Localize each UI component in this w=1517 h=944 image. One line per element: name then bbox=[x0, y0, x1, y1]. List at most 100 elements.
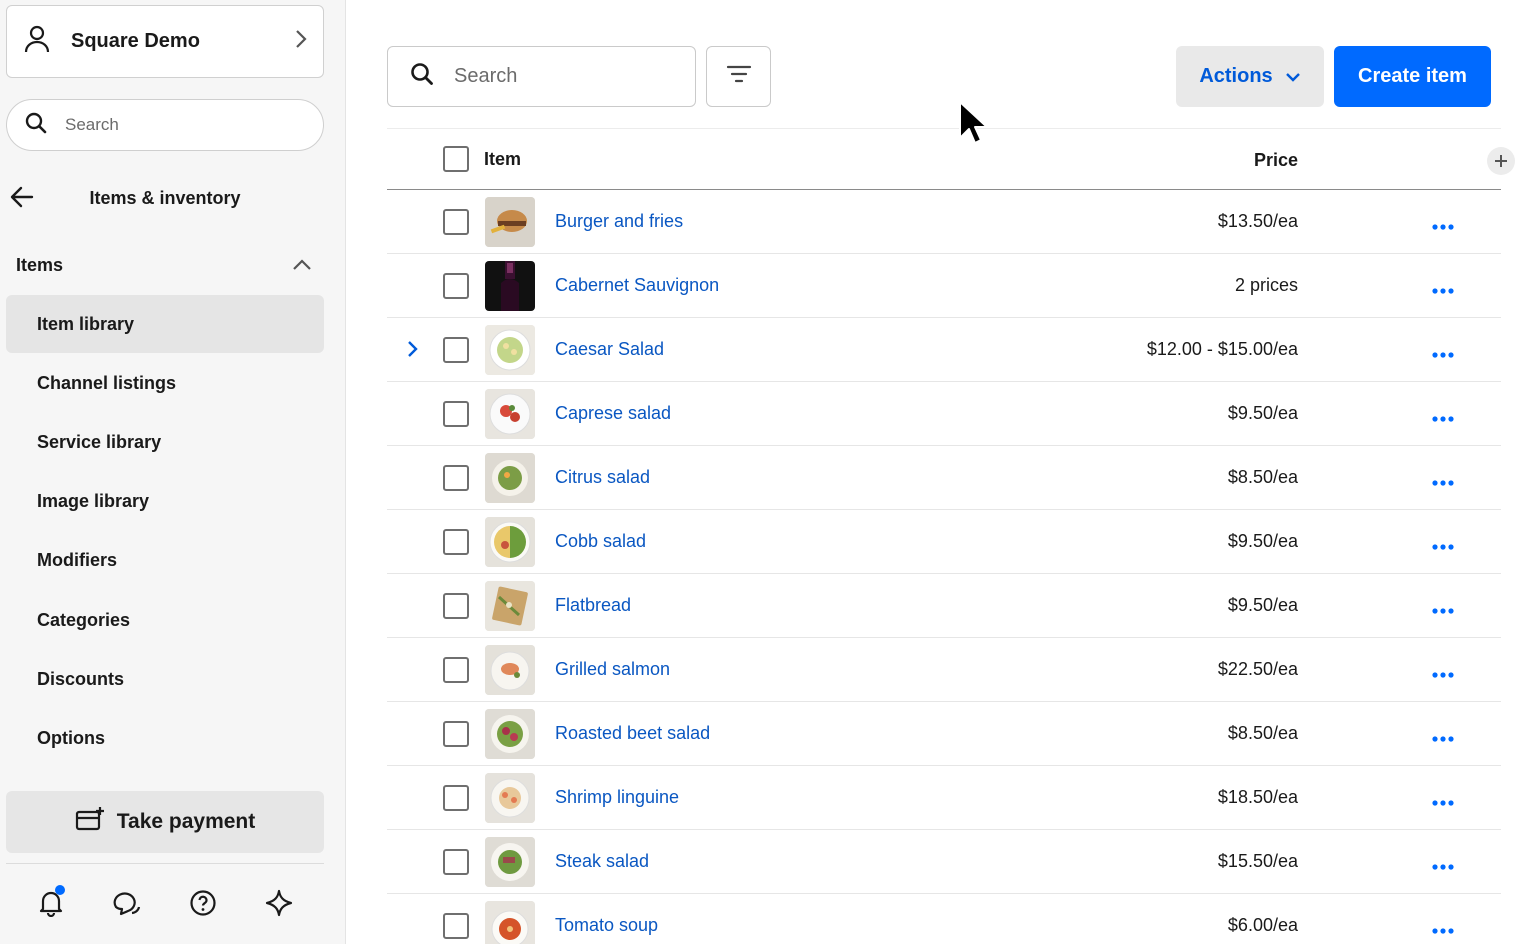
sidebar-item-service-library[interactable]: Service library bbox=[6, 413, 324, 471]
item-thumbnail bbox=[485, 581, 535, 631]
item-name-link[interactable]: Tomato soup bbox=[555, 915, 658, 936]
item-price: $9.50/ea bbox=[1227, 531, 1298, 551]
chevron-right-icon[interactable] bbox=[407, 340, 419, 363]
row-checkbox[interactable] bbox=[443, 529, 469, 555]
item-name-link[interactable]: Burger and fries bbox=[555, 211, 683, 232]
table-row[interactable]: Cobb salad $9.50/ea bbox=[387, 510, 1501, 574]
bell-icon[interactable] bbox=[36, 885, 66, 918]
sidebar: Square Demo Items & inventory Items Item… bbox=[0, 0, 346, 944]
item-thumbnail bbox=[485, 261, 535, 311]
item-search-input[interactable] bbox=[454, 65, 674, 88]
more-options-icon[interactable] bbox=[1432, 345, 1454, 363]
more-options-icon[interactable] bbox=[1432, 281, 1454, 299]
item-thumbnail bbox=[485, 709, 535, 759]
table-row[interactable]: Shrimp linguine $18.50/ea bbox=[387, 766, 1501, 830]
create-item-button[interactable]: Create item bbox=[1334, 46, 1491, 107]
select-all-checkbox[interactable] bbox=[443, 146, 469, 172]
section-title: Items & inventory bbox=[89, 187, 241, 208]
item-name-link[interactable]: Caesar Salad bbox=[555, 339, 664, 360]
item-price: $18.50/ea bbox=[1217, 787, 1298, 807]
actions-button[interactable]: Actions bbox=[1176, 46, 1324, 107]
item-name-link[interactable]: Shrimp linguine bbox=[555, 787, 679, 808]
row-checkbox[interactable] bbox=[443, 721, 469, 747]
sidebar-item-channel-listings[interactable]: Channel listings bbox=[6, 354, 324, 412]
column-header-price[interactable]: Price bbox=[1254, 150, 1298, 171]
more-options-icon[interactable] bbox=[1432, 793, 1454, 811]
search-icon bbox=[25, 112, 47, 139]
chevron-right-icon bbox=[295, 29, 307, 54]
item-thumbnail bbox=[485, 517, 535, 567]
table-row[interactable]: Roasted beet salad $8.50/ea bbox=[387, 702, 1501, 766]
add-column-icon[interactable] bbox=[1487, 147, 1515, 175]
table-row[interactable]: Flatbread $9.50/ea bbox=[387, 574, 1501, 638]
table-row[interactable]: Grilled salmon $22.50/ea bbox=[387, 638, 1501, 702]
row-checkbox[interactable] bbox=[443, 593, 469, 619]
item-price: $15.50/ea bbox=[1217, 851, 1298, 871]
sidebar-item-categories[interactable]: Categories bbox=[6, 591, 324, 649]
account-name: Square Demo bbox=[71, 30, 200, 52]
sidebar-search[interactable] bbox=[6, 99, 324, 151]
table-row[interactable]: Burger and fries $13.50/ea bbox=[387, 190, 1501, 254]
row-checkbox[interactable] bbox=[443, 273, 469, 299]
item-thumbnail bbox=[485, 901, 535, 944]
account-switcher[interactable]: Square Demo bbox=[6, 5, 324, 78]
item-name-link[interactable]: Roasted beet salad bbox=[555, 723, 710, 744]
item-price: $9.50/ea bbox=[1227, 595, 1298, 615]
sidebar-item-discounts[interactable]: Discounts bbox=[6, 650, 324, 708]
help-icon[interactable] bbox=[188, 888, 218, 918]
sidebar-footer bbox=[36, 885, 294, 918]
more-options-icon[interactable] bbox=[1432, 857, 1454, 875]
item-name-link[interactable]: Grilled salmon bbox=[555, 659, 670, 680]
item-name-link[interactable]: Flatbread bbox=[555, 595, 631, 616]
item-thumbnail bbox=[485, 325, 535, 375]
item-name-link[interactable]: Caprese salad bbox=[555, 403, 671, 424]
sidebar-item-modifiers[interactable]: Modifiers bbox=[6, 531, 324, 589]
sidebar-search-input[interactable] bbox=[65, 115, 285, 135]
table-row[interactable]: Caprese salad $9.50/ea bbox=[387, 382, 1501, 446]
table-header: Item Price bbox=[387, 128, 1515, 190]
mouse-cursor-icon bbox=[957, 100, 991, 153]
item-name-link[interactable]: Cabernet Sauvignon bbox=[555, 275, 719, 296]
table-row[interactable]: Caesar Salad $12.00 - $15.00/ea bbox=[387, 318, 1501, 382]
more-options-icon[interactable] bbox=[1432, 921, 1454, 939]
item-name-link[interactable]: Citrus salad bbox=[555, 467, 650, 488]
row-checkbox[interactable] bbox=[443, 849, 469, 875]
table-row[interactable]: Tomato soup $6.00/ea bbox=[387, 894, 1501, 944]
more-options-icon[interactable] bbox=[1432, 537, 1454, 555]
table-body: Burger and fries $13.50/ea Cabernet Sauvig… bbox=[387, 190, 1501, 944]
sidebar-item-image-library[interactable]: Image library bbox=[6, 472, 324, 530]
search-icon bbox=[410, 62, 434, 91]
row-checkbox[interactable] bbox=[443, 401, 469, 427]
row-checkbox[interactable] bbox=[443, 657, 469, 683]
table-row[interactable]: Cabernet Sauvignon 2 prices bbox=[387, 254, 1501, 318]
item-thumbnail bbox=[485, 773, 535, 823]
item-thumbnail bbox=[485, 389, 535, 439]
more-options-icon[interactable] bbox=[1432, 729, 1454, 747]
more-options-icon[interactable] bbox=[1432, 217, 1454, 235]
more-options-icon[interactable] bbox=[1432, 409, 1454, 427]
row-checkbox[interactable] bbox=[443, 209, 469, 235]
section-header: Items & inventory bbox=[0, 172, 346, 224]
row-checkbox[interactable] bbox=[443, 465, 469, 491]
sparkle-icon[interactable] bbox=[264, 888, 294, 918]
sidebar-item-item-library[interactable]: Item library bbox=[6, 295, 324, 353]
filter-button[interactable] bbox=[706, 46, 771, 107]
more-options-icon[interactable] bbox=[1432, 665, 1454, 683]
items-group-toggle[interactable]: Items bbox=[16, 249, 312, 281]
item-search[interactable] bbox=[387, 46, 696, 107]
row-checkbox[interactable] bbox=[443, 337, 469, 363]
item-price: $6.00/ea bbox=[1227, 915, 1298, 935]
item-name-link[interactable]: Steak salad bbox=[555, 851, 649, 872]
column-header-item[interactable]: Item bbox=[484, 149, 521, 170]
sidebar-item-options[interactable]: Options bbox=[6, 709, 324, 767]
chat-icon[interactable] bbox=[112, 888, 142, 918]
more-options-icon[interactable] bbox=[1432, 473, 1454, 491]
item-name-link[interactable]: Cobb salad bbox=[555, 531, 646, 552]
row-checkbox[interactable] bbox=[443, 785, 469, 811]
table-row[interactable]: Steak salad $15.50/ea bbox=[387, 830, 1501, 894]
row-checkbox[interactable] bbox=[443, 913, 469, 939]
take-payment-button[interactable]: Take payment bbox=[6, 791, 324, 853]
table-row[interactable]: Citrus salad $8.50/ea bbox=[387, 446, 1501, 510]
more-options-icon[interactable] bbox=[1432, 601, 1454, 619]
item-price: $8.50/ea bbox=[1227, 723, 1298, 743]
